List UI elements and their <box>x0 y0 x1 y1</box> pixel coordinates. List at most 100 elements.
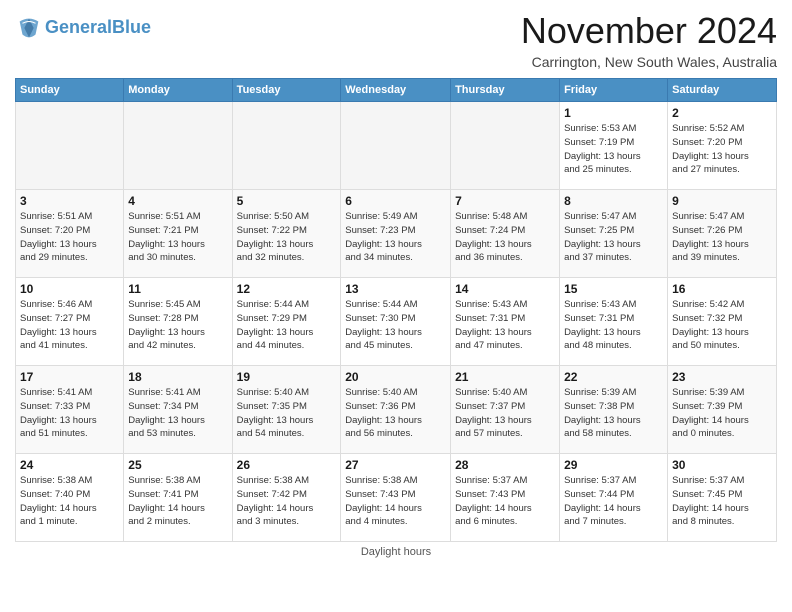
day-number: 12 <box>237 282 337 296</box>
day-number: 4 <box>128 194 227 208</box>
calendar-cell-1-4: 7 Sunrise: 5:48 AM Sunset: 7:24 PM Daylig… <box>451 190 560 278</box>
calendar-cell-4-5: 29 Sunrise: 5:37 AM Sunset: 7:44 PM Dayli… <box>560 454 668 542</box>
day-info: Sunrise: 5:37 AM Sunset: 7:44 PM Dayligh… <box>564 474 663 529</box>
day-number: 1 <box>564 106 663 120</box>
calendar-cell-2-1: 11Sunrise: 5:45 AM Sunset: 7:28 PM Dayli… <box>124 278 232 366</box>
day-info: Sunrise: 5:41 AM Sunset: 7:34 PM Dayligh… <box>128 386 227 441</box>
calendar-cell-3-0: 17 Sunrise: 5:41 AM Sunset: 7:33 PM Dayli… <box>16 366 124 454</box>
day-number: 30 <box>672 458 772 472</box>
calendar-week-3: 10 Sunrise: 5:46 AM Sunset: 7:27 PM Dayli… <box>16 278 777 366</box>
calendar-cell-0-0 <box>16 102 124 190</box>
calendar-cell-3-1: 18Sunrise: 5:41 AM Sunset: 7:34 PM Dayli… <box>124 366 232 454</box>
calendar-cell-1-1: 4Sunrise: 5:51 AM Sunset: 7:21 PM Daylig… <box>124 190 232 278</box>
calendar-cell-2-3: 13 Sunrise: 5:44 AM Sunset: 7:30 PM Dayli… <box>341 278 451 366</box>
day-number: 22 <box>564 370 663 384</box>
calendar-cell-1-6: 9 Sunrise: 5:47 AM Sunset: 7:26 PM Daylig… <box>668 190 777 278</box>
calendar-cell-2-0: 10 Sunrise: 5:46 AM Sunset: 7:27 PM Dayli… <box>16 278 124 366</box>
day-info: Sunrise: 5:45 AM Sunset: 7:28 PM Dayligh… <box>128 298 227 353</box>
calendar-cell-0-5: 1 Sunrise: 5:53 AM Sunset: 7:19 PM Daylig… <box>560 102 668 190</box>
calendar-cell-0-2 <box>232 102 341 190</box>
day-info: Sunrise: 5:50 AM Sunset: 7:22 PM Dayligh… <box>237 210 337 265</box>
day-number: 27 <box>345 458 446 472</box>
page-header: GeneralBlue November 2024 Carrington, Ne… <box>15 10 777 70</box>
calendar-cell-3-2: 19 Sunrise: 5:40 AM Sunset: 7:35 PM Dayli… <box>232 366 341 454</box>
day-info: Sunrise: 5:44 AM Sunset: 7:29 PM Dayligh… <box>237 298 337 353</box>
calendar-cell-4-3: 27 Sunrise: 5:38 AM Sunset: 7:43 PM Dayli… <box>341 454 451 542</box>
header-sunday: Sunday <box>16 79 124 102</box>
calendar-week-5: 24 Sunrise: 5:38 AM Sunset: 7:40 PM Dayli… <box>16 454 777 542</box>
day-info: Sunrise: 5:49 AM Sunset: 7:23 PM Dayligh… <box>345 210 446 265</box>
day-number: 25 <box>128 458 227 472</box>
calendar-cell-0-4 <box>451 102 560 190</box>
day-info: Sunrise: 5:40 AM Sunset: 7:36 PM Dayligh… <box>345 386 446 441</box>
month-title: November 2024 <box>521 10 777 52</box>
day-info: Sunrise: 5:38 AM Sunset: 7:40 PM Dayligh… <box>20 474 119 529</box>
day-number: 7 <box>455 194 555 208</box>
day-number: 3 <box>20 194 119 208</box>
day-number: 10 <box>20 282 119 296</box>
calendar-cell-4-6: 30Sunrise: 5:37 AM Sunset: 7:45 PM Dayli… <box>668 454 777 542</box>
day-info: Sunrise: 5:53 AM Sunset: 7:19 PM Dayligh… <box>564 122 663 177</box>
calendar-table: Sunday Monday Tuesday Wednesday Thursday… <box>15 78 777 542</box>
calendar-cell-1-0: 3 Sunrise: 5:51 AM Sunset: 7:20 PM Daylig… <box>16 190 124 278</box>
logo-text: GeneralBlue <box>45 17 151 39</box>
day-info: Sunrise: 5:46 AM Sunset: 7:27 PM Dayligh… <box>20 298 119 353</box>
calendar-cell-1-5: 8 Sunrise: 5:47 AM Sunset: 7:25 PM Daylig… <box>560 190 668 278</box>
day-info: Sunrise: 5:38 AM Sunset: 7:42 PM Dayligh… <box>237 474 337 529</box>
calendar-week-2: 3 Sunrise: 5:51 AM Sunset: 7:20 PM Daylig… <box>16 190 777 278</box>
day-info: Sunrise: 5:51 AM Sunset: 7:20 PM Dayligh… <box>20 210 119 265</box>
day-number: 28 <box>455 458 555 472</box>
logo-icon <box>15 14 43 42</box>
day-number: 13 <box>345 282 446 296</box>
day-number: 24 <box>20 458 119 472</box>
day-info: Sunrise: 5:42 AM Sunset: 7:32 PM Dayligh… <box>672 298 772 353</box>
calendar-cell-4-1: 25 Sunrise: 5:38 AM Sunset: 7:41 PM Dayli… <box>124 454 232 542</box>
day-info: Sunrise: 5:48 AM Sunset: 7:24 PM Dayligh… <box>455 210 555 265</box>
day-number: 2 <box>672 106 772 120</box>
calendar-page: GeneralBlue November 2024 Carrington, Ne… <box>0 0 792 612</box>
day-info: Sunrise: 5:43 AM Sunset: 7:31 PM Dayligh… <box>564 298 663 353</box>
day-number: 17 <box>20 370 119 384</box>
calendar-cell-1-3: 6Sunrise: 5:49 AM Sunset: 7:23 PM Daylig… <box>341 190 451 278</box>
calendar-cell-2-6: 16Sunrise: 5:42 AM Sunset: 7:32 PM Dayli… <box>668 278 777 366</box>
day-number: 8 <box>564 194 663 208</box>
day-number: 26 <box>237 458 337 472</box>
day-number: 9 <box>672 194 772 208</box>
calendar-cell-1-2: 5 Sunrise: 5:50 AM Sunset: 7:22 PM Daylig… <box>232 190 341 278</box>
day-info: Sunrise: 5:39 AM Sunset: 7:39 PM Dayligh… <box>672 386 772 441</box>
calendar-week-4: 17 Sunrise: 5:41 AM Sunset: 7:33 PM Dayli… <box>16 366 777 454</box>
day-number: 21 <box>455 370 555 384</box>
day-info: Sunrise: 5:38 AM Sunset: 7:41 PM Dayligh… <box>128 474 227 529</box>
day-number: 20 <box>345 370 446 384</box>
calendar-cell-3-4: 21 Sunrise: 5:40 AM Sunset: 7:37 PM Dayli… <box>451 366 560 454</box>
day-number: 14 <box>455 282 555 296</box>
calendar-cell-0-6: 2 Sunrise: 5:52 AM Sunset: 7:20 PM Daylig… <box>668 102 777 190</box>
calendar-cell-4-2: 26 Sunrise: 5:38 AM Sunset: 7:42 PM Dayli… <box>232 454 341 542</box>
calendar-cell-4-4: 28Sunrise: 5:37 AM Sunset: 7:43 PM Dayli… <box>451 454 560 542</box>
day-number: 23 <box>672 370 772 384</box>
day-info: Sunrise: 5:52 AM Sunset: 7:20 PM Dayligh… <box>672 122 772 177</box>
day-info: Sunrise: 5:44 AM Sunset: 7:30 PM Dayligh… <box>345 298 446 353</box>
calendar-cell-3-3: 20 Sunrise: 5:40 AM Sunset: 7:36 PM Dayli… <box>341 366 451 454</box>
day-info: Sunrise: 5:40 AM Sunset: 7:37 PM Dayligh… <box>455 386 555 441</box>
day-number: 5 <box>237 194 337 208</box>
day-info: Sunrise: 5:40 AM Sunset: 7:35 PM Dayligh… <box>237 386 337 441</box>
day-number: 19 <box>237 370 337 384</box>
day-info: Sunrise: 5:41 AM Sunset: 7:33 PM Dayligh… <box>20 386 119 441</box>
header-monday: Monday <box>124 79 232 102</box>
day-info: Sunrise: 5:39 AM Sunset: 7:38 PM Dayligh… <box>564 386 663 441</box>
title-area: November 2024 Carrington, New South Wale… <box>521 10 777 70</box>
logo: GeneralBlue <box>15 14 151 42</box>
calendar-cell-2-5: 15 Sunrise: 5:43 AM Sunset: 7:31 PM Dayli… <box>560 278 668 366</box>
calendar-cell-4-0: 24 Sunrise: 5:38 AM Sunset: 7:40 PM Dayli… <box>16 454 124 542</box>
calendar-week-1: 1 Sunrise: 5:53 AM Sunset: 7:19 PM Daylig… <box>16 102 777 190</box>
day-info: Sunrise: 5:38 AM Sunset: 7:43 PM Dayligh… <box>345 474 446 529</box>
calendar-cell-2-2: 12 Sunrise: 5:44 AM Sunset: 7:29 PM Dayli… <box>232 278 341 366</box>
calendar-cell-2-4: 14 Sunrise: 5:43 AM Sunset: 7:31 PM Dayli… <box>451 278 560 366</box>
day-info: Sunrise: 5:47 AM Sunset: 7:26 PM Dayligh… <box>672 210 772 265</box>
header-friday: Friday <box>560 79 668 102</box>
day-number: 15 <box>564 282 663 296</box>
day-number: 29 <box>564 458 663 472</box>
day-info: Sunrise: 5:43 AM Sunset: 7:31 PM Dayligh… <box>455 298 555 353</box>
day-info: Sunrise: 5:47 AM Sunset: 7:25 PM Dayligh… <box>564 210 663 265</box>
